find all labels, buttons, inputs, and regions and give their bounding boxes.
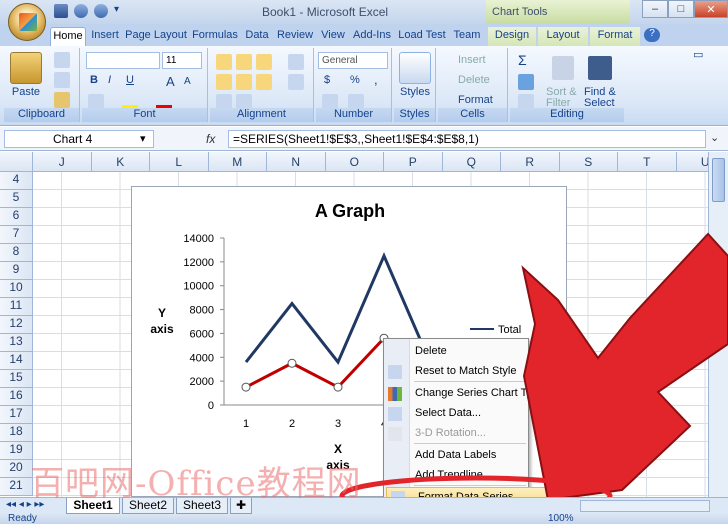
red-arrow-icon bbox=[521, 232, 728, 502]
watermark-text: 百吧网-Office教程网 bbox=[30, 464, 362, 504]
annotation-overlay bbox=[339, 232, 728, 517]
office-logo-icon bbox=[19, 13, 37, 31]
status-text: Ready bbox=[8, 513, 37, 524]
status-bar: Ready 100% bbox=[0, 513, 728, 524]
office-button[interactable] bbox=[8, 3, 46, 41]
zoom-level[interactable]: 100% bbox=[548, 513, 574, 524]
horizontal-scrollbar[interactable] bbox=[580, 500, 710, 512]
